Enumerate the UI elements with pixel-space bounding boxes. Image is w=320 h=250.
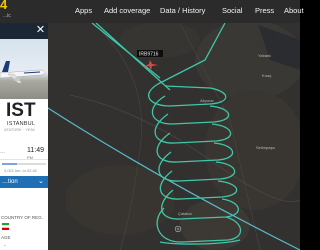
chevron-down-icon[interactable]: ⌄ [38, 178, 44, 186]
place-label: Selimpaşa [256, 145, 275, 150]
destination-airport-name: ATATÜRK · YENİ [4, 127, 35, 132]
flight-map[interactable]: Yabanlı Kıraç Akpınar Selimpaşa Çatalca … [48, 23, 300, 250]
map-canvas[interactable]: Yabanlı Kıraç Akpınar Selimpaşa Çatalca … [48, 23, 300, 250]
close-icon[interactable]: ✕ [35, 25, 46, 36]
aircraft-photo[interactable] [0, 39, 48, 99]
place-label: Kıraç [262, 73, 271, 78]
country-of-registration-label: COUNTRY OF REG. [1, 215, 43, 220]
iran-flag-icon [2, 223, 9, 230]
nav-apps[interactable]: Apps [75, 6, 92, 16]
destination-airport-code: IST [6, 100, 36, 121]
section-label: …tion [2, 179, 18, 185]
flight-progress-fill [2, 163, 18, 165]
aircraft-age-value: - [4, 243, 6, 249]
place-label: Yabanlı [258, 53, 271, 58]
flight-info-panel: ✕ IST ISTANBUL ATATÜRK · YENİ … 11:49 PM… [0, 23, 48, 250]
aircraft-age-label: AGE [1, 235, 11, 240]
nav-press[interactable]: Press [255, 6, 274, 16]
top-nav-bar: 4 ...ic Apps Add coverage Data / History… [0, 0, 304, 24]
nav-data-history[interactable]: Data / History [160, 6, 205, 16]
place-label: Çatalca [178, 211, 192, 216]
time-label: … [0, 149, 5, 155]
map-terrain [65, 165, 175, 235]
brand-logo[interactable]: 4 ...ic [0, 0, 48, 23]
logo-tagline: ...ic [3, 13, 11, 19]
aircraft-information-toggle[interactable]: …tion ⌄ [0, 176, 48, 188]
panel-header: ✕ [0, 23, 48, 39]
flight-progress-bar [2, 163, 46, 165]
logo-mark: 4 [0, 0, 8, 12]
divider [0, 159, 48, 160]
place-label: Akpınar [200, 98, 214, 103]
aircraft-callsign: IRB9716 [139, 52, 159, 58]
airport-icon[interactable] [174, 225, 182, 233]
nav-add-coverage[interactable]: Add coverage [104, 6, 150, 16]
distance-remaining: 2,021 km, in 02:42 [4, 168, 37, 173]
arrival-time-value: 11:49 [27, 147, 44, 154]
nav-about[interactable]: About [284, 6, 304, 16]
nav-social[interactable]: Social [222, 6, 242, 16]
